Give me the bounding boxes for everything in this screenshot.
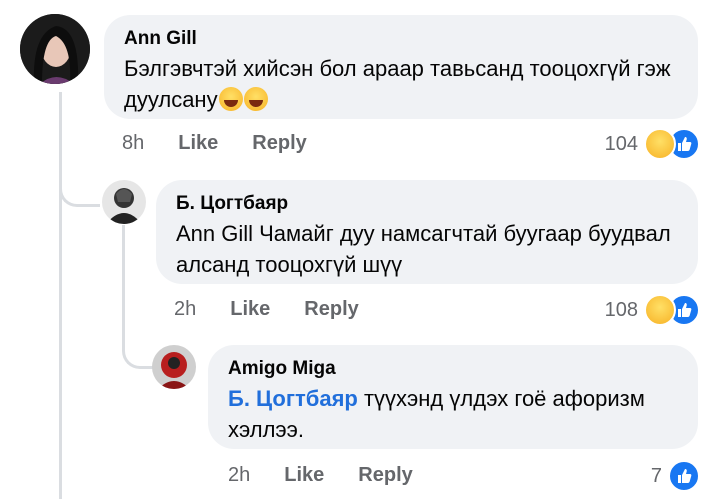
- comment-time[interactable]: 8h: [122, 132, 144, 155]
- like-button[interactable]: Like: [230, 298, 270, 321]
- thread-line-reply: [122, 225, 125, 345]
- comment-text-content: Бэлгэвчтэй хийсэн бол араар тавьсанд тоо…: [124, 56, 671, 112]
- reaction-summary[interactable]: 104: [605, 128, 700, 160]
- comment-bubble: Б. Цогтбаяр Ann Gill Чамайг дуу намсагчт…: [156, 180, 698, 284]
- comment-author[interactable]: Б. Цогтбаяр: [176, 193, 288, 215]
- comment-actions: 2h Like Reply: [174, 298, 359, 321]
- comment-author[interactable]: Amigo Miga: [228, 358, 336, 380]
- grinning-sweat-emoji-icon: [243, 87, 268, 111]
- avatar[interactable]: [102, 180, 146, 224]
- laughing-crying-emoji-icon: [218, 87, 243, 111]
- avatar-image: [20, 14, 90, 84]
- comment-bubble: Amigo Miga Б. Цогтбаяр түүхэнд үлдэх гоё…: [208, 345, 698, 449]
- thread-line-main: [59, 92, 62, 499]
- comment-text: Б. Цогтбаяр түүхэнд үлдэх гоё афоризм хэ…: [228, 383, 678, 445]
- reply-button[interactable]: Reply: [358, 464, 412, 487]
- comment-text: Ann Gill Чамайг дуу намсагчтай буугаар б…: [176, 221, 671, 277]
- thread-connector-2: [122, 330, 153, 369]
- reaction-count: 104: [604, 132, 638, 155]
- avatar-image: [152, 345, 196, 389]
- reaction-count: 108: [604, 298, 638, 321]
- comment-actions: 8h Like Reply: [122, 132, 307, 155]
- comment-text: Бэлгэвчтэй хийсэн бол араар тавьсанд тоо…: [124, 53, 684, 115]
- reply-button[interactable]: Reply: [304, 298, 358, 321]
- avatar[interactable]: [152, 345, 196, 389]
- reaction-summary[interactable]: 7: [651, 460, 700, 492]
- comment-time[interactable]: 2h: [174, 298, 196, 321]
- like-button[interactable]: Like: [284, 464, 324, 487]
- like-button[interactable]: Like: [178, 132, 218, 155]
- comment-bubble: Ann Gill Бэлгэвчтэй хийсэн бол араар тав…: [104, 15, 698, 119]
- haha-icon: [644, 128, 676, 160]
- comment-author[interactable]: Ann Gill: [124, 28, 197, 50]
- avatar-image: [102, 180, 146, 224]
- thread-connector-1: [59, 168, 100, 207]
- reply-button[interactable]: Reply: [252, 132, 306, 155]
- avatar[interactable]: [20, 14, 90, 84]
- comment-actions: 2h Like Reply: [228, 464, 413, 487]
- reaction-summary[interactable]: 108: [605, 294, 700, 326]
- comment-time[interactable]: 2h: [228, 464, 250, 487]
- mention-link[interactable]: Б. Цогтбаяр: [228, 386, 358, 411]
- like-icon: [668, 460, 700, 492]
- reaction-count: 7: [650, 464, 662, 487]
- haha-icon: [644, 294, 676, 326]
